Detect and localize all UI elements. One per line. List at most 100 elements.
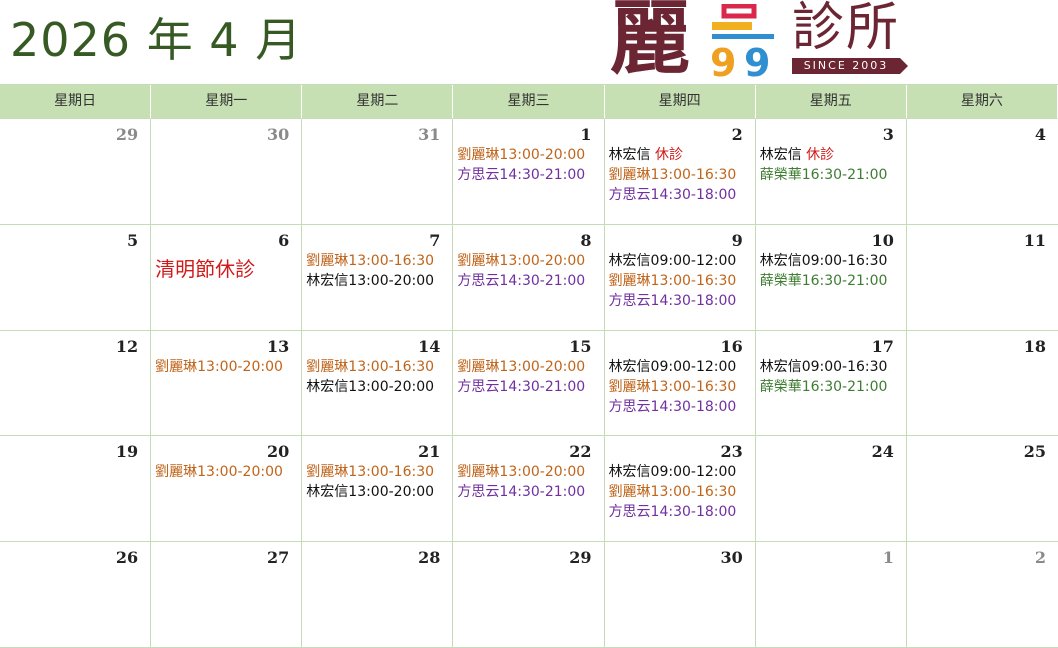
day-number: 25 xyxy=(1023,442,1046,462)
calendar-day-cell[interactable]: 2 xyxy=(906,542,1058,648)
weekday-header: 星期一 xyxy=(151,85,303,119)
day-number: 19 xyxy=(115,442,139,462)
weekday-header: 星期二 xyxy=(302,85,454,119)
calendar-day-cell[interactable]: 23 林宏信09:00-12:00 劉麗琳13:00-16:30 方思云14:30-1… xyxy=(604,436,756,543)
day-number: 15 xyxy=(569,336,592,356)
calendar-day-cell[interactable]: 17 林宏信09:00-16:30 薛榮華16:30-21:00 xyxy=(755,330,907,437)
day-number: 2 xyxy=(1034,548,1046,568)
calendar-day-cell[interactable]: 30 xyxy=(604,542,756,648)
day-number: 12 xyxy=(115,336,139,356)
day-number: 17 xyxy=(871,336,894,356)
calendar-grid: 星期日 星期一 星期二 星期三 星期四 星期五 星期六 29 30 31 1 劉麗琳13:00-20:… xyxy=(0,84,1058,648)
calendar-day-cell[interactable]: 6 清明節休診 xyxy=(151,224,303,331)
calendar-day-cell[interactable]: 4 xyxy=(906,119,1058,225)
calendar-day-cell[interactable]: 11 xyxy=(906,225,1058,331)
day-number: 14 xyxy=(418,336,441,356)
day-number: 6 xyxy=(278,230,290,250)
schedule-entry: 劉麗琳13:00-16:30 xyxy=(306,252,435,269)
day-number: 4 xyxy=(1034,125,1046,144)
schedule-entry: 劉麗琳13:00-20:00 xyxy=(457,147,586,163)
day-number: 21 xyxy=(418,442,441,462)
schedule-entry-part: 休診 xyxy=(806,147,835,163)
weekday-header: 星期三 xyxy=(453,85,605,119)
schedule-entry: 林宏信13:00-20:00 xyxy=(306,378,435,395)
schedule-entry: 方思云14:30-18:00 xyxy=(608,292,737,309)
calendar-day-cell[interactable]: 1 劉麗琳13:00-20:00 方思云14:30-21:00 xyxy=(453,119,605,225)
calendar-day-cell[interactable]: 16 林宏信09:00-12:00 劉麗琳13:00-16:30 方思云14:30-1… xyxy=(604,330,756,437)
calendar-day-cell[interactable]: 29 xyxy=(453,542,605,648)
logo-mark-icon: 9 9 xyxy=(710,4,774,80)
day-number: 11 xyxy=(1023,230,1046,250)
calendar-day-cell[interactable]: 18 xyxy=(906,331,1058,437)
day-number: 31 xyxy=(418,125,441,144)
calendar-day-cell[interactable]: 8 劉麗琳13:00-20:00 方思云14:30-21:00 xyxy=(453,224,605,331)
day-number: 30 xyxy=(267,125,290,144)
schedule-entry: 方思云14:30-21:00 xyxy=(457,484,586,501)
calendar-day-cell[interactable]: 31 xyxy=(302,119,454,225)
schedule-entry: 林宏信 休診 xyxy=(609,145,751,165)
schedule-entry: 劉麗琳13:00-16:30 xyxy=(608,272,737,289)
weekday-header: 星期五 xyxy=(755,85,907,119)
weekday-header: 星期日 xyxy=(0,85,152,119)
calendar-day-cell[interactable]: 7 劉麗琳13:00-16:30 林宏信13:00-20:00 xyxy=(302,224,454,331)
calendar-day-cell[interactable]: 30 xyxy=(151,119,303,225)
calendar-day-cell[interactable]: 24 xyxy=(755,436,907,543)
calendar-day-cell[interactable]: 29 xyxy=(0,119,152,225)
day-number: 24 xyxy=(871,442,894,462)
calendar-day-cell[interactable]: 25 xyxy=(906,436,1058,543)
logo-text: 診所 xyxy=(792,0,901,58)
day-number: 10 xyxy=(871,230,894,250)
schedule-entry: 方思云14:30-21:00 xyxy=(457,167,586,183)
day-number: 1 xyxy=(882,548,894,568)
weekday-header: 星期四 xyxy=(604,85,756,119)
schedule-entry: 劉麗琳13:00-20:00 xyxy=(155,464,283,481)
schedule-entry: 林宏信09:00-16:30 xyxy=(759,358,888,375)
day-number: 5 xyxy=(127,230,139,250)
day-number: 30 xyxy=(720,548,743,568)
day-number: 2 xyxy=(731,125,743,144)
schedule-entry: 林宏信13:00-20:00 xyxy=(306,272,435,289)
schedule-entry: 劉麗琳13:00-20:00 xyxy=(155,358,283,375)
schedule-entry: 劉麗琳13:00-20:00 xyxy=(457,464,586,481)
calendar-day-cell[interactable]: 5 xyxy=(0,224,152,331)
calendar-day-cell[interactable]: 15 劉麗琳13:00-20:00 方思云14:30-21:00 xyxy=(453,330,605,437)
calendar-day-cell[interactable]: 13 劉麗琳13:00-20:00 xyxy=(151,330,303,437)
day-number: 29 xyxy=(569,548,592,568)
schedule-entry: 林宏信09:00-16:30 xyxy=(759,252,888,269)
calendar-day-cell[interactable]: 26 xyxy=(0,542,152,648)
calendar-day-cell[interactable]: 9 林宏信09:00-12:00 劉麗琳13:00-16:30 方思云14:30-18… xyxy=(604,224,756,331)
page-title: 2026 年 4 月 xyxy=(10,13,303,67)
calendar-day-cell[interactable]: 2 林宏信 休診劉麗琳13:00-16:30 方思云14:30-18:00 xyxy=(604,119,756,225)
schedule-entry: 方思云14:30-18:00 xyxy=(608,504,737,521)
day-number: 18 xyxy=(1023,336,1046,356)
svg-text:9: 9 xyxy=(744,41,770,80)
schedule-entry: 薛榮華16:30-21:00 xyxy=(759,272,888,289)
calendar-day-cell[interactable]: 19 xyxy=(0,436,152,543)
schedule-entry: 方思云14:30-18:00 xyxy=(608,187,737,203)
calendar-day-cell[interactable]: 3 林宏信 休診薛榮華16:30-21:00 xyxy=(755,119,907,225)
calendar-day-cell[interactable]: 1 xyxy=(755,542,907,648)
calendar-day-cell[interactable]: 12 xyxy=(0,330,152,437)
calendar-day-cell[interactable]: 20 劉麗琳13:00-20:00 xyxy=(151,436,303,543)
schedule-entry-part: 休診 xyxy=(655,147,684,163)
day-number: 8 xyxy=(580,230,592,250)
calendar-day-cell[interactable]: 21 劉麗琳13:00-16:30 林宏信13:00-20:00 xyxy=(302,436,454,543)
day-number: 28 xyxy=(418,548,441,568)
schedule-entry: 林宏信 休診 xyxy=(760,145,902,165)
day-number: 7 xyxy=(429,230,441,250)
schedule-entry: 劉麗琳13:00-16:30 xyxy=(608,484,737,501)
calendar-day-cell[interactable]: 22 劉麗琳13:00-20:00 方思云14:30-21:00 xyxy=(453,436,605,543)
schedule-entry: 薛榮華16:30-21:00 xyxy=(759,167,888,183)
schedule-entry: 劉麗琳13:00-20:00 xyxy=(457,358,586,375)
schedule-entry: 劉麗琳13:00-16:30 xyxy=(608,167,737,183)
calendar-day-cell[interactable]: 10 林宏信09:00-16:30 薛榮華16:30-21:00 xyxy=(755,224,907,331)
calendar-day-cell[interactable]: 14 劉麗琳13:00-16:30 林宏信13:00-20:00 xyxy=(302,330,454,437)
schedule-entry: 清明節休診 xyxy=(155,256,256,281)
calendar-day-cell[interactable]: 27 xyxy=(151,542,303,648)
calendar-day-cell[interactable]: 28 xyxy=(302,542,454,648)
logo-since-banner: SINCE 2003 xyxy=(792,58,908,74)
schedule-entry: 劉麗琳13:00-16:30 xyxy=(306,358,435,375)
day-number: 27 xyxy=(267,548,290,568)
day-number: 3 xyxy=(882,125,894,144)
day-number: 23 xyxy=(720,442,743,462)
